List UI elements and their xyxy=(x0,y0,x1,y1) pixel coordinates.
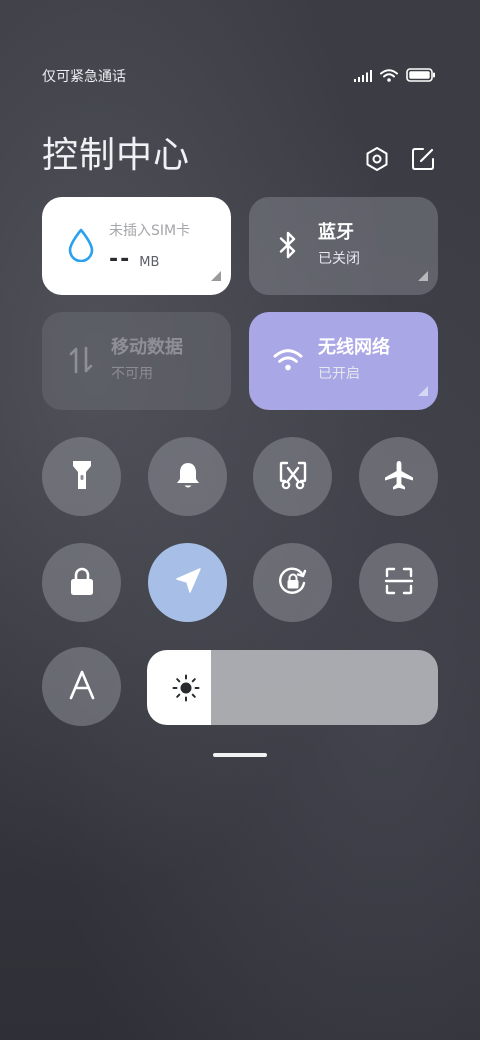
flashlight-icon xyxy=(71,459,93,495)
sun-icon xyxy=(171,673,201,703)
font-size-toggle[interactable] xyxy=(42,647,121,726)
screenshot-icon xyxy=(278,459,308,495)
page-title: 控制中心 xyxy=(42,135,191,176)
battery-icon xyxy=(406,67,436,86)
bluetooth-status: 已关闭 xyxy=(318,251,360,267)
lock-icon xyxy=(68,565,96,601)
location-toggle[interactable] xyxy=(148,543,227,622)
expand-corner-icon[interactable] xyxy=(418,271,428,281)
header: 控制中心 xyxy=(42,126,436,176)
expand-corner-icon[interactable] xyxy=(418,386,428,396)
bluetooth-title: 蓝牙 xyxy=(318,222,354,243)
wifi-status: 已开启 xyxy=(318,366,360,382)
brightness-slider[interactable] xyxy=(147,650,438,725)
bluetooth-tile[interactable]: 蓝牙 已关闭 xyxy=(249,197,438,295)
mobile-data-tile[interactable]: 移动数据 不可用 xyxy=(42,312,231,410)
screenshot-toggle[interactable] xyxy=(253,437,332,516)
water-drop-icon xyxy=(66,228,96,262)
usage-value: -- xyxy=(109,247,132,272)
scanner-toggle[interactable] xyxy=(359,543,438,622)
wifi-tile[interactable]: 无线网络 已开启 xyxy=(249,312,438,410)
flashlight-toggle[interactable] xyxy=(42,437,121,516)
usage-unit: MB xyxy=(139,255,160,270)
wifi-icon xyxy=(273,344,303,376)
header-actions xyxy=(364,146,436,172)
lock-screen-toggle[interactable] xyxy=(42,543,121,622)
mobile-data-title: 移动数据 xyxy=(111,337,183,358)
usage-readout: -- MB xyxy=(109,247,190,272)
sim-status-label: 未插入SIM卡 xyxy=(109,223,191,239)
data-usage-text: 未插入SIM卡 -- MB xyxy=(109,221,190,272)
mobile-data-text: 移动数据 不可用 xyxy=(111,336,183,384)
expand-corner-icon[interactable] xyxy=(211,271,221,281)
mobile-data-status: 不可用 xyxy=(111,366,153,382)
scan-icon xyxy=(384,566,414,600)
airplane-toggle[interactable] xyxy=(359,437,438,516)
settings-icon[interactable] xyxy=(364,146,390,172)
wifi-title: 无线网络 xyxy=(318,337,390,358)
airplane-icon xyxy=(383,459,415,495)
data-usage-tile[interactable]: 未插入SIM卡 -- MB xyxy=(42,197,231,295)
data-arrows-icon xyxy=(66,344,96,376)
bluetooth-text: 蓝牙 已关闭 xyxy=(318,221,360,269)
signal-icon xyxy=(354,67,372,86)
font-size-icon xyxy=(68,670,96,704)
bluetooth-icon xyxy=(273,229,303,261)
wifi-text: 无线网络 已开启 xyxy=(318,336,390,384)
status-bar: 仅可紧急通话 xyxy=(42,64,436,88)
home-indicator[interactable] xyxy=(213,753,267,757)
wifi-icon xyxy=(380,67,398,86)
carrier-text: 仅可紧急通话 xyxy=(42,69,126,85)
ring-toggle[interactable] xyxy=(148,437,227,516)
status-icons xyxy=(354,67,436,86)
location-icon xyxy=(173,566,203,600)
edit-icon[interactable] xyxy=(410,146,436,172)
rotation-lock-icon xyxy=(276,564,310,602)
bell-icon xyxy=(174,460,202,494)
rotation-lock-toggle[interactable] xyxy=(253,543,332,622)
